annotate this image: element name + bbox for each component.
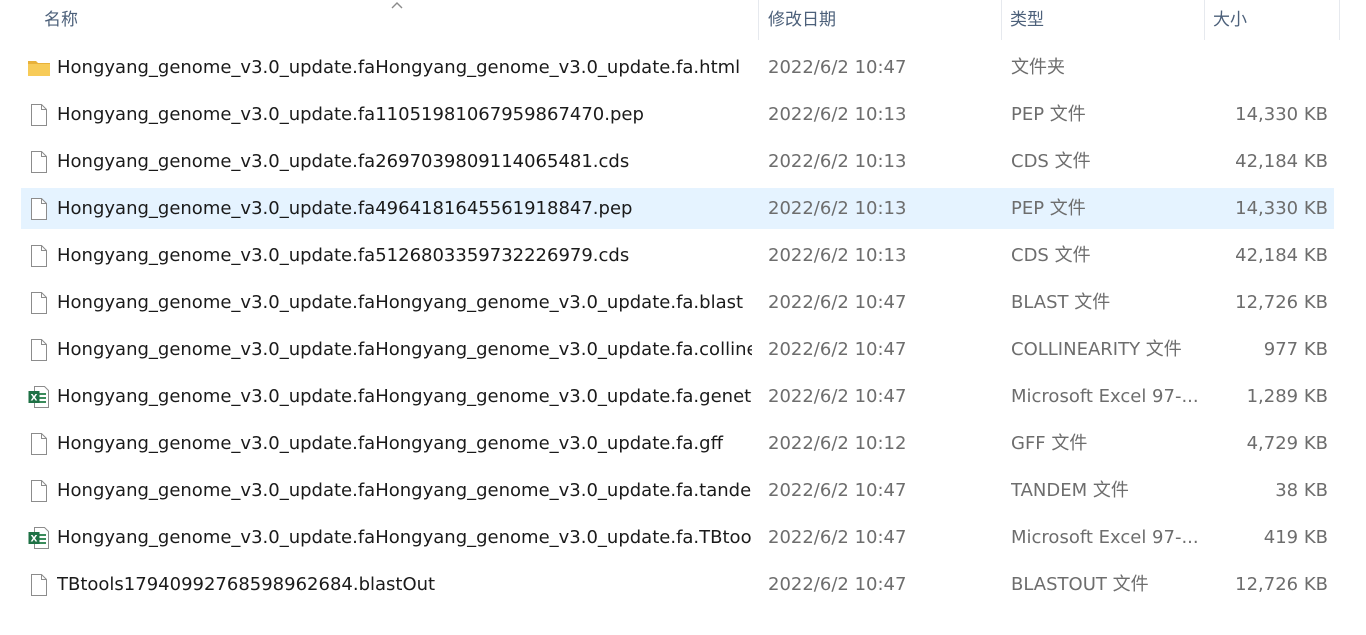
column-header-date[interactable]: 修改日期 [768,0,1000,40]
file-icon [27,479,51,503]
file-name: TBtools17940992768598962684.blastOut [57,574,436,595]
file-date: 2022/6/2 10:47 [768,527,907,548]
file-list: Hongyang_genome_v3.0_update.faHongyang_g… [0,47,1366,611]
file-date: 2022/6/2 10:47 [768,480,907,501]
file-size: 12,726 KB [1235,292,1328,313]
file-row[interactable]: Hongyang_genome_v3.0_update.faHongyang_g… [0,329,1366,376]
file-size: 14,330 KB [1235,104,1328,125]
file-name: Hongyang_genome_v3.0_update.fa1105198106… [57,104,644,125]
file-icon [27,338,51,362]
file-date: 2022/6/2 10:47 [768,57,907,78]
file-icon [27,103,51,127]
column-divider[interactable] [1001,0,1002,40]
file-explorer: 名称 修改日期 类型 大小 Hongyang_genome_v3.0_updat… [0,0,1366,635]
file-date: 2022/6/2 10:47 [768,292,907,313]
file-row[interactable]: TBtools17940992768598962684.blastOut 2022… [0,564,1366,611]
file-date: 2022/6/2 10:13 [768,198,907,219]
file-name: Hongyang_genome_v3.0_update.faHongyang_g… [57,527,752,548]
file-type: BLASTOUT 文件 [1011,574,1149,595]
file-row[interactable]: Hongyang_genome_v3.0_update.faHongyang_g… [0,47,1366,94]
file-name: Hongyang_genome_v3.0_update.faHongyang_g… [57,386,752,407]
file-name: Hongyang_genome_v3.0_update.faHongyang_g… [57,57,741,78]
file-row[interactable]: Hongyang_genome_v3.0_update.faHongyang_g… [0,470,1366,517]
file-size: 419 KB [1263,527,1328,548]
file-type: PEP 文件 [1011,198,1086,219]
column-header-type[interactable]: 类型 [1010,0,1204,40]
file-type: COLLINEARITY 文件 [1011,339,1182,360]
file-size: 977 KB [1263,339,1328,360]
file-type: Microsoft Excel 97-... [1011,386,1199,407]
column-header-size[interactable]: 大小 [1213,0,1339,40]
file-row[interactable]: Hongyang_genome_v3.0_update.fa2697039809… [0,141,1366,188]
file-type: CDS 文件 [1011,245,1091,266]
column-header: 名称 修改日期 类型 大小 [0,0,1366,40]
file-name: Hongyang_genome_v3.0_update.faHongyang_g… [57,339,752,360]
column-header-name[interactable]: 名称 [44,0,758,40]
file-icon [27,244,51,268]
file-size: 12,726 KB [1235,574,1328,595]
file-row[interactable]: Hongyang_genome_v3.0_update.fa5126803359… [0,235,1366,282]
file-date: 2022/6/2 10:13 [768,245,907,266]
file-row[interactable]: X Hongyang_genome_v3.0_update.faHongyang_… [0,376,1366,423]
file-name: Hongyang_genome_v3.0_update.faHongyang_g… [57,480,752,501]
file-type: BLAST 文件 [1011,292,1111,313]
file-icon [27,150,51,174]
file-type: TANDEM 文件 [1011,480,1129,501]
file-icon [27,432,51,456]
file-row[interactable]: Hongyang_genome_v3.0_update.fa4964181645… [0,188,1366,235]
file-date: 2022/6/2 10:13 [768,104,907,125]
file-type: GFF 文件 [1011,433,1088,454]
file-icon [27,573,51,597]
file-name: Hongyang_genome_v3.0_update.fa5126803359… [57,245,630,266]
file-name: Hongyang_genome_v3.0_update.faHongyang_g… [57,292,744,313]
file-size: 14,330 KB [1235,198,1328,219]
file-name: Hongyang_genome_v3.0_update.fa2697039809… [57,151,630,172]
file-size: 4,729 KB [1246,433,1328,454]
svg-text:X: X [31,394,38,404]
column-divider[interactable] [1204,0,1205,40]
file-row[interactable]: X Hongyang_genome_v3.0_update.faHongyang_… [0,517,1366,564]
file-date: 2022/6/2 10:12 [768,433,907,454]
file-size: 38 KB [1275,480,1328,501]
folder-icon [27,56,51,80]
file-row[interactable]: Hongyang_genome_v3.0_update.faHongyang_g… [0,423,1366,470]
file-icon [27,291,51,315]
file-name: Hongyang_genome_v3.0_update.faHongyang_g… [57,433,723,454]
file-size [1206,47,1328,88]
column-divider[interactable] [1339,0,1340,40]
file-date: 2022/6/2 10:13 [768,151,907,172]
file-row[interactable]: Hongyang_genome_v3.0_update.fa1105198106… [0,94,1366,141]
file-date: 2022/6/2 10:47 [768,339,907,360]
file-type: PEP 文件 [1011,104,1086,125]
file-date: 2022/6/2 10:47 [768,386,907,407]
svg-text:X: X [31,535,38,545]
column-divider[interactable] [758,0,759,40]
excel-icon: X [27,385,51,409]
excel-icon: X [27,526,51,550]
file-name: Hongyang_genome_v3.0_update.fa4964181645… [57,198,633,219]
file-type: Microsoft Excel 97-... [1011,527,1199,548]
file-size: 1,289 KB [1246,386,1328,407]
file-size: 42,184 KB [1235,151,1328,172]
file-type: CDS 文件 [1011,151,1091,172]
file-row[interactable]: Hongyang_genome_v3.0_update.faHongyang_g… [0,282,1366,329]
file-icon [27,197,51,221]
file-date: 2022/6/2 10:47 [768,574,907,595]
file-type: 文件夹 [1011,57,1065,78]
file-size: 42,184 KB [1235,245,1328,266]
